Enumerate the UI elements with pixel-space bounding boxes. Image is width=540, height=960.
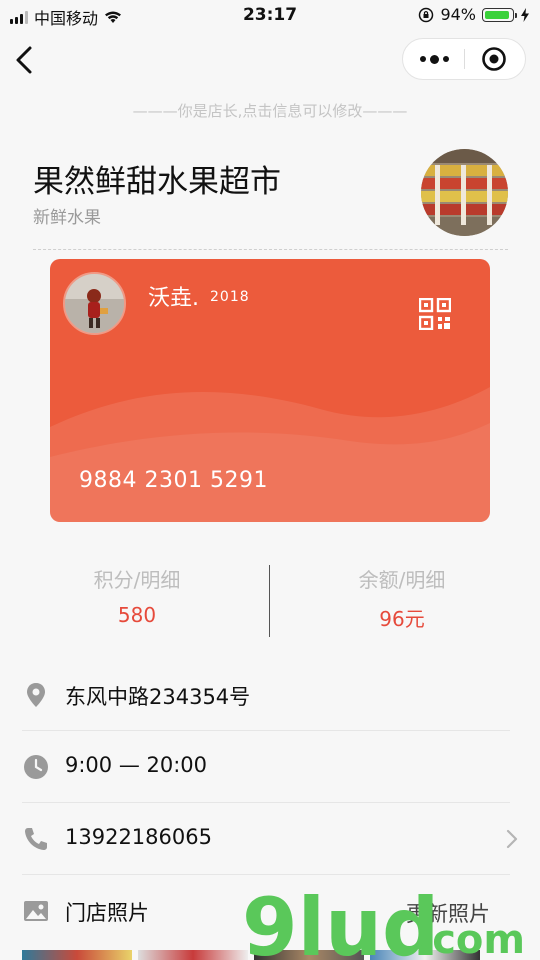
rotation-lock-icon	[419, 7, 434, 22]
target-circle-icon	[482, 47, 506, 71]
points-detail[interactable]: 积分/明细 580	[12, 564, 262, 627]
hours-row[interactable]: 9:00 — 20:00	[22, 731, 540, 803]
store-photo-thumb[interactable]	[22, 950, 132, 960]
status-bar: 中国移动 23:17 94%	[0, 0, 540, 32]
phone-icon	[25, 828, 47, 850]
store-name[interactable]: 果然鲜甜水果超市	[33, 156, 281, 201]
card-holder-name: 沃垚.	[148, 286, 199, 311]
balance-detail[interactable]: 余额/明细 96元	[277, 564, 527, 632]
store-photo-thumb[interactable]	[138, 950, 248, 960]
member-card[interactable]: 沃垚. 2018 9884 2301 5291	[50, 259, 490, 522]
back-button[interactable]	[10, 42, 40, 78]
points-value: 580	[117, 603, 157, 627]
phone-text: 13922186065	[65, 825, 212, 849]
store-photo-strip	[22, 950, 480, 960]
image-icon	[24, 901, 48, 921]
stats-divider	[269, 565, 270, 637]
header-divider	[33, 249, 508, 250]
more-dots-icon[interactable]	[403, 39, 465, 79]
charging-bolt-icon	[521, 7, 529, 22]
card-number: 9884 2301 5291	[79, 468, 268, 493]
address-row[interactable]: 东风中路234354号	[22, 659, 540, 731]
chevron-right-icon	[506, 829, 518, 849]
card-wave-decoration	[50, 387, 490, 522]
address-text: 东风中路234354号	[65, 685, 251, 709]
clock-icon	[24, 755, 48, 779]
hours-text: 9:00 — 20:00	[65, 753, 208, 777]
store-category[interactable]: 新鲜水果	[33, 203, 101, 228]
balance-label: 余额/明细	[358, 568, 446, 592]
card-year: 2018	[210, 289, 250, 305]
store-photo-thumb[interactable]	[254, 950, 364, 960]
phone-row[interactable]: 13922186065	[22, 803, 540, 875]
points-label: 积分/明细	[93, 568, 181, 592]
store-photo-thumb[interactable]	[370, 950, 480, 960]
store-photo[interactable]	[421, 149, 508, 236]
battery-icon	[482, 7, 517, 22]
balance-value: 96元	[379, 607, 425, 631]
store-photos-label: 门店照片	[65, 901, 149, 925]
member-avatar	[63, 272, 126, 335]
location-pin-icon	[27, 683, 45, 707]
battery-percent: 94%	[440, 5, 476, 24]
qr-code-icon[interactable]	[419, 298, 451, 330]
close-mini-program-button[interactable]	[463, 39, 525, 79]
update-photos-button[interactable]: 更新照片	[406, 898, 490, 928]
mini-program-capsule	[402, 38, 526, 80]
owner-hint: ———你是店长,点击信息可以修改———	[132, 102, 408, 120]
